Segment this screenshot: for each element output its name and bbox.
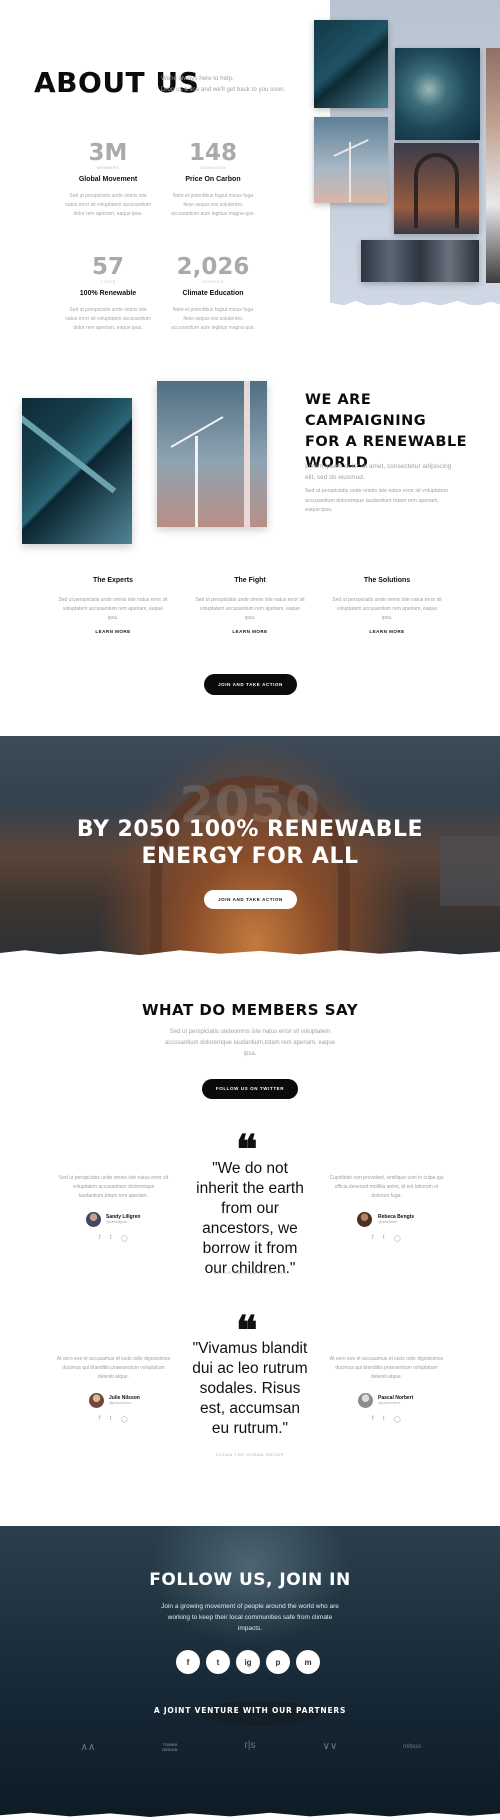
avatar (357, 1212, 372, 1227)
column-title: The Fight (234, 577, 266, 584)
testimonial-right-1: Cupiditate non provident, similique sunt… (329, 1174, 444, 1242)
avatar (86, 1212, 101, 1227)
collage-photo-ocean (395, 48, 480, 140)
column-title: The Experts (92, 577, 134, 584)
stat-desc: Sed ut perspiciatis unde omnis iste natu… (65, 307, 151, 331)
twitter-icon[interactable]: t (383, 1235, 385, 1241)
facebook-icon[interactable]: f (372, 1416, 374, 1422)
members-title: WHAT DO MEMBERS SAY (141, 1001, 359, 1019)
twitter-icon[interactable]: t (110, 1235, 112, 1241)
campaign-photo-solar (22, 398, 132, 544)
campaign-lead: Lorem ipsum dolor sit amet, consectetur … (305, 463, 452, 481)
stat-desc: Nem et potentibus fugiut minus fuga fies… (171, 193, 255, 217)
twitter-icon[interactable]: t (110, 1416, 112, 1422)
hero-title: BY 2050 100% RENEWABLE ENERGY FOR ALL (76, 817, 424, 869)
learn-more-link[interactable]: LEARN MORE (58, 629, 168, 634)
stat-title: Price On Carbon (185, 176, 241, 183)
footer-title: FOLLOW US, JOIN IN (149, 1570, 351, 1590)
partner-logo-1: ∧∧ (80, 1742, 96, 1753)
campaign-photo-windturbine (157, 381, 267, 527)
column-desc: Sed ut perspiciatis unde omnis iste natu… (58, 597, 168, 621)
stat-number: 3M (88, 140, 128, 166)
column-desc: Sed ut perspiciatis unde omnis iste natu… (332, 597, 442, 621)
quote-text: "We do not inherit the earth from our an… (196, 1160, 304, 1277)
stat-global-movement: 3M MEMBERS Global Movement Sed ut perspi… (58, 140, 158, 219)
instagram-icon[interactable]: ig (236, 1650, 260, 1674)
testimonial-text: Sed ut perspiciatis unde omnis iste natu… (58, 1175, 169, 1199)
stat-title: 100% Renewable (79, 290, 137, 297)
stat-label: COMPANIES (199, 166, 227, 170)
collage-photo-solar (314, 20, 388, 108)
person-handle: @rebecabet (378, 1220, 398, 1224)
medium-icon[interactable]: m (296, 1650, 320, 1674)
partner-logo-3: r|s (244, 1740, 256, 1751)
learn-more-link[interactable]: LEARN MORE (195, 629, 305, 634)
facebook-icon[interactable]: f (372, 1235, 374, 1241)
twitter-icon[interactable]: t (206, 1650, 230, 1674)
stat-renewable: 57 CITIES 100% Renewable Sed ut perspici… (58, 254, 158, 333)
column-title: The Solutions (363, 577, 411, 584)
hero-join-button[interactable]: JOIN AND TAKE ACTION (204, 890, 297, 909)
testimonial-text: Cupiditate non provident, similique sunt… (329, 1175, 444, 1199)
collage-photo-eiffel (394, 143, 479, 234)
facebook-icon[interactable]: f (99, 1416, 101, 1422)
campaign-column-solutions: The Solutions Sed ut perspiciatis unde o… (332, 577, 442, 634)
stat-label: MEMBERS (97, 166, 119, 170)
campaign-column-experts: The Experts Sed ut perspiciatis unde omn… (58, 577, 168, 634)
instagram-icon[interactable]: ◯ (121, 1416, 128, 1423)
partners-title: A JOINT VENTURE WITH OUR PARTNERS (153, 1706, 347, 1715)
quote-source: CLEAN THE OCEAN GROUP (215, 1452, 285, 1457)
testimonial-right-2: At vero eos et accusamus et iusto odio d… (329, 1355, 444, 1423)
partner-logo-5: mitsuo (403, 1744, 421, 1750)
stat-title: Climate Education (182, 290, 244, 297)
follow-twitter-button[interactable]: FOLLOW US ON TWITTER (202, 1079, 298, 1099)
quote-source: NATIVE AMERICAN PROVERB (213, 1270, 287, 1275)
footer-text: Join a growing movement of people around… (161, 1603, 339, 1632)
join-action-button[interactable]: JOIN AND TAKE ACTION (204, 674, 297, 695)
about-subtitle: We're always here to help. Drop us a lin… (161, 75, 286, 93)
avatar (89, 1393, 104, 1408)
stat-desc: Nem et potentibus fugiut minus fuga fies… (171, 307, 255, 331)
stat-number: 2,026 (176, 254, 250, 280)
stat-number: 57 (91, 254, 124, 280)
stat-title: Global Movement (78, 176, 138, 183)
stat-label: CITIES (100, 280, 116, 284)
person-handle: @juliecnilsson (109, 1401, 132, 1405)
facebook-icon[interactable]: f (99, 1235, 101, 1241)
stat-desc: Sed ut perspiciatis unde omnis iste natu… (65, 193, 151, 217)
campaign-body: Sed ut perspiciatis unde omnis iste natu… (305, 488, 449, 513)
partner-logo-4: ∨∨ (322, 1741, 338, 1752)
campaign-column-fight: The Fight Sed ut perspiciatis unde omnis… (195, 577, 305, 634)
collage-photo-protest (361, 240, 479, 282)
collage-photo-edge-right (486, 48, 500, 283)
testimonial-left-2: At vero eos et accusamus et iusto odio d… (56, 1355, 171, 1423)
avatar (358, 1393, 373, 1408)
stat-label: SCHOOLS (202, 280, 224, 284)
stat-price-on-carbon: 148 COMPANIES Price On Carbon Nem et pot… (163, 140, 263, 219)
instagram-icon[interactable]: ◯ (394, 1416, 401, 1423)
instagram-icon[interactable]: ◯ (394, 1235, 401, 1242)
facebook-icon[interactable]: f (176, 1650, 200, 1674)
learn-more-link[interactable]: LEARN MORE (332, 629, 442, 634)
pinterest-icon[interactable]: p (266, 1650, 290, 1674)
members-subtitle: Sed ut perspiciatis undeomnis iste natus… (164, 1029, 336, 1057)
testimonial-left-1: Sed ut perspiciatis unde omnis iste natu… (56, 1174, 171, 1242)
person-handle: @pascnorbert (378, 1401, 401, 1405)
partner-logo-2: TOWER DESIGN (162, 1742, 178, 1752)
testimonial-text: At vero eos et accusamus et iusto odio d… (329, 1356, 444, 1380)
stat-number: 148 (188, 140, 237, 166)
quote-text: "Vivamus blandit dui ac leo rutrum sodal… (192, 1340, 308, 1437)
column-desc: Sed ut perspiciatis unde omnis iste natu… (195, 597, 305, 621)
instagram-icon[interactable]: ◯ (121, 1235, 128, 1242)
person-handle: @sandlillgren (106, 1220, 128, 1224)
testimonial-text: At vero eos et accusamus et iusto odio d… (56, 1356, 171, 1380)
stat-climate-education: 2,026 SCHOOLS Climate Education Nem et p… (163, 254, 263, 333)
collage-photo-windturbine (314, 117, 388, 203)
twitter-icon[interactable]: t (383, 1416, 385, 1422)
